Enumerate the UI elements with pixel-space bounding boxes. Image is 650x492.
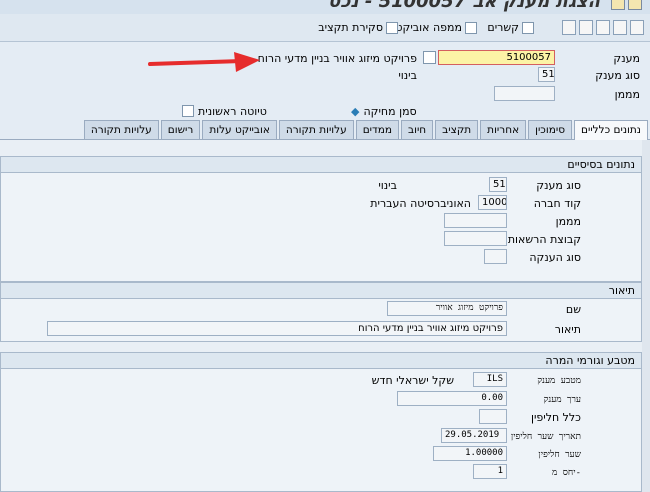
window-title-bar: הצגת מענק אב 5100057 - נכס xyxy=(0,0,650,14)
exchange-rate-field[interactable]: 1.00000 xyxy=(433,446,507,461)
tab-budget[interactable]: תקציב xyxy=(435,120,479,139)
grant-type-field[interactable]: 51 xyxy=(538,67,555,82)
window-icon[interactable] xyxy=(628,0,642,10)
name-field[interactable]: פרויקט מיזוג אוויר xyxy=(387,301,507,316)
tab-references[interactable]: סימוכין xyxy=(528,120,573,139)
ratio-from-field[interactable]: 1 xyxy=(473,464,507,479)
budget-icon xyxy=(386,21,398,34)
description-field[interactable]: פרויקט מיזוג אוויר בניין מדעי הרוח xyxy=(47,321,507,336)
funder-field[interactable] xyxy=(494,86,555,101)
red-arrow-annotation xyxy=(148,52,260,72)
name-label: שם xyxy=(565,303,581,316)
company-code-field[interactable]: 1000 xyxy=(478,195,507,210)
grant-value-field[interactable]: 0.00 xyxy=(397,391,507,406)
company-description: האוניברסיטה העברית xyxy=(370,197,471,210)
application-toolbar: קשרים ממפה אוביקט סקירת תקציב xyxy=(0,14,650,42)
links-icon xyxy=(522,21,534,34)
authorization-group-field[interactable] xyxy=(444,231,507,246)
create-icon[interactable] xyxy=(596,20,610,35)
menu-icon[interactable] xyxy=(611,0,625,10)
other-object-icon[interactable] xyxy=(579,20,593,35)
rate-date-field[interactable]: 29.05.2019 xyxy=(441,428,507,443)
grant-description: פרויקט מיזוג אוויר בניין מדעי הרוח xyxy=(257,52,417,65)
object-map-button[interactable]: ממפה אוביקט xyxy=(395,21,477,34)
rate-date-label: תאריך שער חליפין xyxy=(510,432,581,442)
tab-overhead[interactable]: עלויות תקורה xyxy=(278,120,354,139)
display-change-icon[interactable] xyxy=(613,20,627,35)
ratio-from-label: יחס מ- xyxy=(552,468,581,478)
tab-strip: נתונים כלליים סימוכין אחריות תקציב חיוב … xyxy=(0,120,650,140)
funder-field[interactable] xyxy=(444,213,507,228)
section-title: מטבע וגורמי המרה xyxy=(1,353,641,369)
grant-number-field[interactable]: 5100057 xyxy=(438,50,555,65)
section-title: תיאור xyxy=(1,283,641,299)
funder-label: מממן xyxy=(555,215,581,228)
pencil-icon xyxy=(182,105,194,117)
tab-content: נתונים בסיסיים סוג מענק 51 בינוי קוד חבר… xyxy=(0,140,650,492)
currency-field[interactable]: ILS xyxy=(473,372,507,387)
header-area: מענק 5100057 פרויקט מיזוג אוויר בניין מד… xyxy=(0,42,650,122)
grant-type-label: סוג מענק xyxy=(595,69,640,82)
grant-type-field[interactable]: 51 xyxy=(489,177,507,192)
grant-type-label: סוג מענק xyxy=(536,179,581,192)
window-title: הצגת מענק אב 5100057 - נכס xyxy=(327,0,600,12)
draft-flag[interactable]: טיוטה ראשונית xyxy=(182,105,267,118)
description-label: תיאור xyxy=(554,323,581,336)
company-code-label: קוד חברה xyxy=(533,197,581,210)
grant-label: מענק xyxy=(613,52,640,65)
budget-overview-button[interactable]: סקירת תקציב xyxy=(318,21,398,34)
links-button[interactable]: קשרים xyxy=(487,21,534,34)
award-type-label: סוג הענקה xyxy=(529,251,581,264)
copy-icon[interactable] xyxy=(423,51,436,64)
back-icon[interactable] xyxy=(562,20,576,35)
tab-cost-object[interactable]: אובייקט עלות xyxy=(202,120,277,139)
currency-description: שקל ישראלי חדש xyxy=(371,374,454,387)
grant-type-description: בינוי xyxy=(398,69,417,82)
basic-data-section: נתונים בסיסיים סוג מענק 51 בינוי קוד חבר… xyxy=(0,156,642,282)
exchange-rule-label: כלל חליפין xyxy=(530,411,581,424)
currency-label: מטבע מענק xyxy=(537,376,581,386)
map-icon xyxy=(465,21,477,34)
currency-section: מטבע וגורמי המרה מטבע מענק ILS שקל ישראל… xyxy=(0,352,642,492)
edit-icon[interactable] xyxy=(630,20,644,35)
exchange-rate-label: שער חליפין xyxy=(538,450,581,460)
grant-type-description: בינוי xyxy=(378,179,397,192)
tab-general-data[interactable]: נתונים כלליים xyxy=(574,120,648,140)
section-title: נתונים בסיסיים xyxy=(1,157,641,173)
tab-dimensions[interactable]: ממדים xyxy=(355,120,400,139)
exchange-rule-field[interactable] xyxy=(479,409,507,424)
tab-posting[interactable]: רישום xyxy=(160,120,201,139)
delete-flag[interactable]: ◆ סמן מחיקה xyxy=(351,105,417,118)
award-type-field[interactable] xyxy=(484,249,507,264)
grant-value-label: ערך מענק xyxy=(543,395,581,405)
funder-label: מממן xyxy=(614,88,640,101)
tab-billing[interactable]: חיוב xyxy=(401,120,434,139)
tab-responsibility[interactable]: אחריות xyxy=(480,120,527,139)
description-section: תיאור שם פרויקט מיזוג אוויר תיאור פרויקט… xyxy=(0,282,642,342)
tab-overhead-2[interactable]: עלויות תקורה xyxy=(83,120,159,139)
authorization-group-label: קבוצת הרשאות xyxy=(507,233,581,246)
vertical-scrollbar[interactable] xyxy=(642,140,650,492)
